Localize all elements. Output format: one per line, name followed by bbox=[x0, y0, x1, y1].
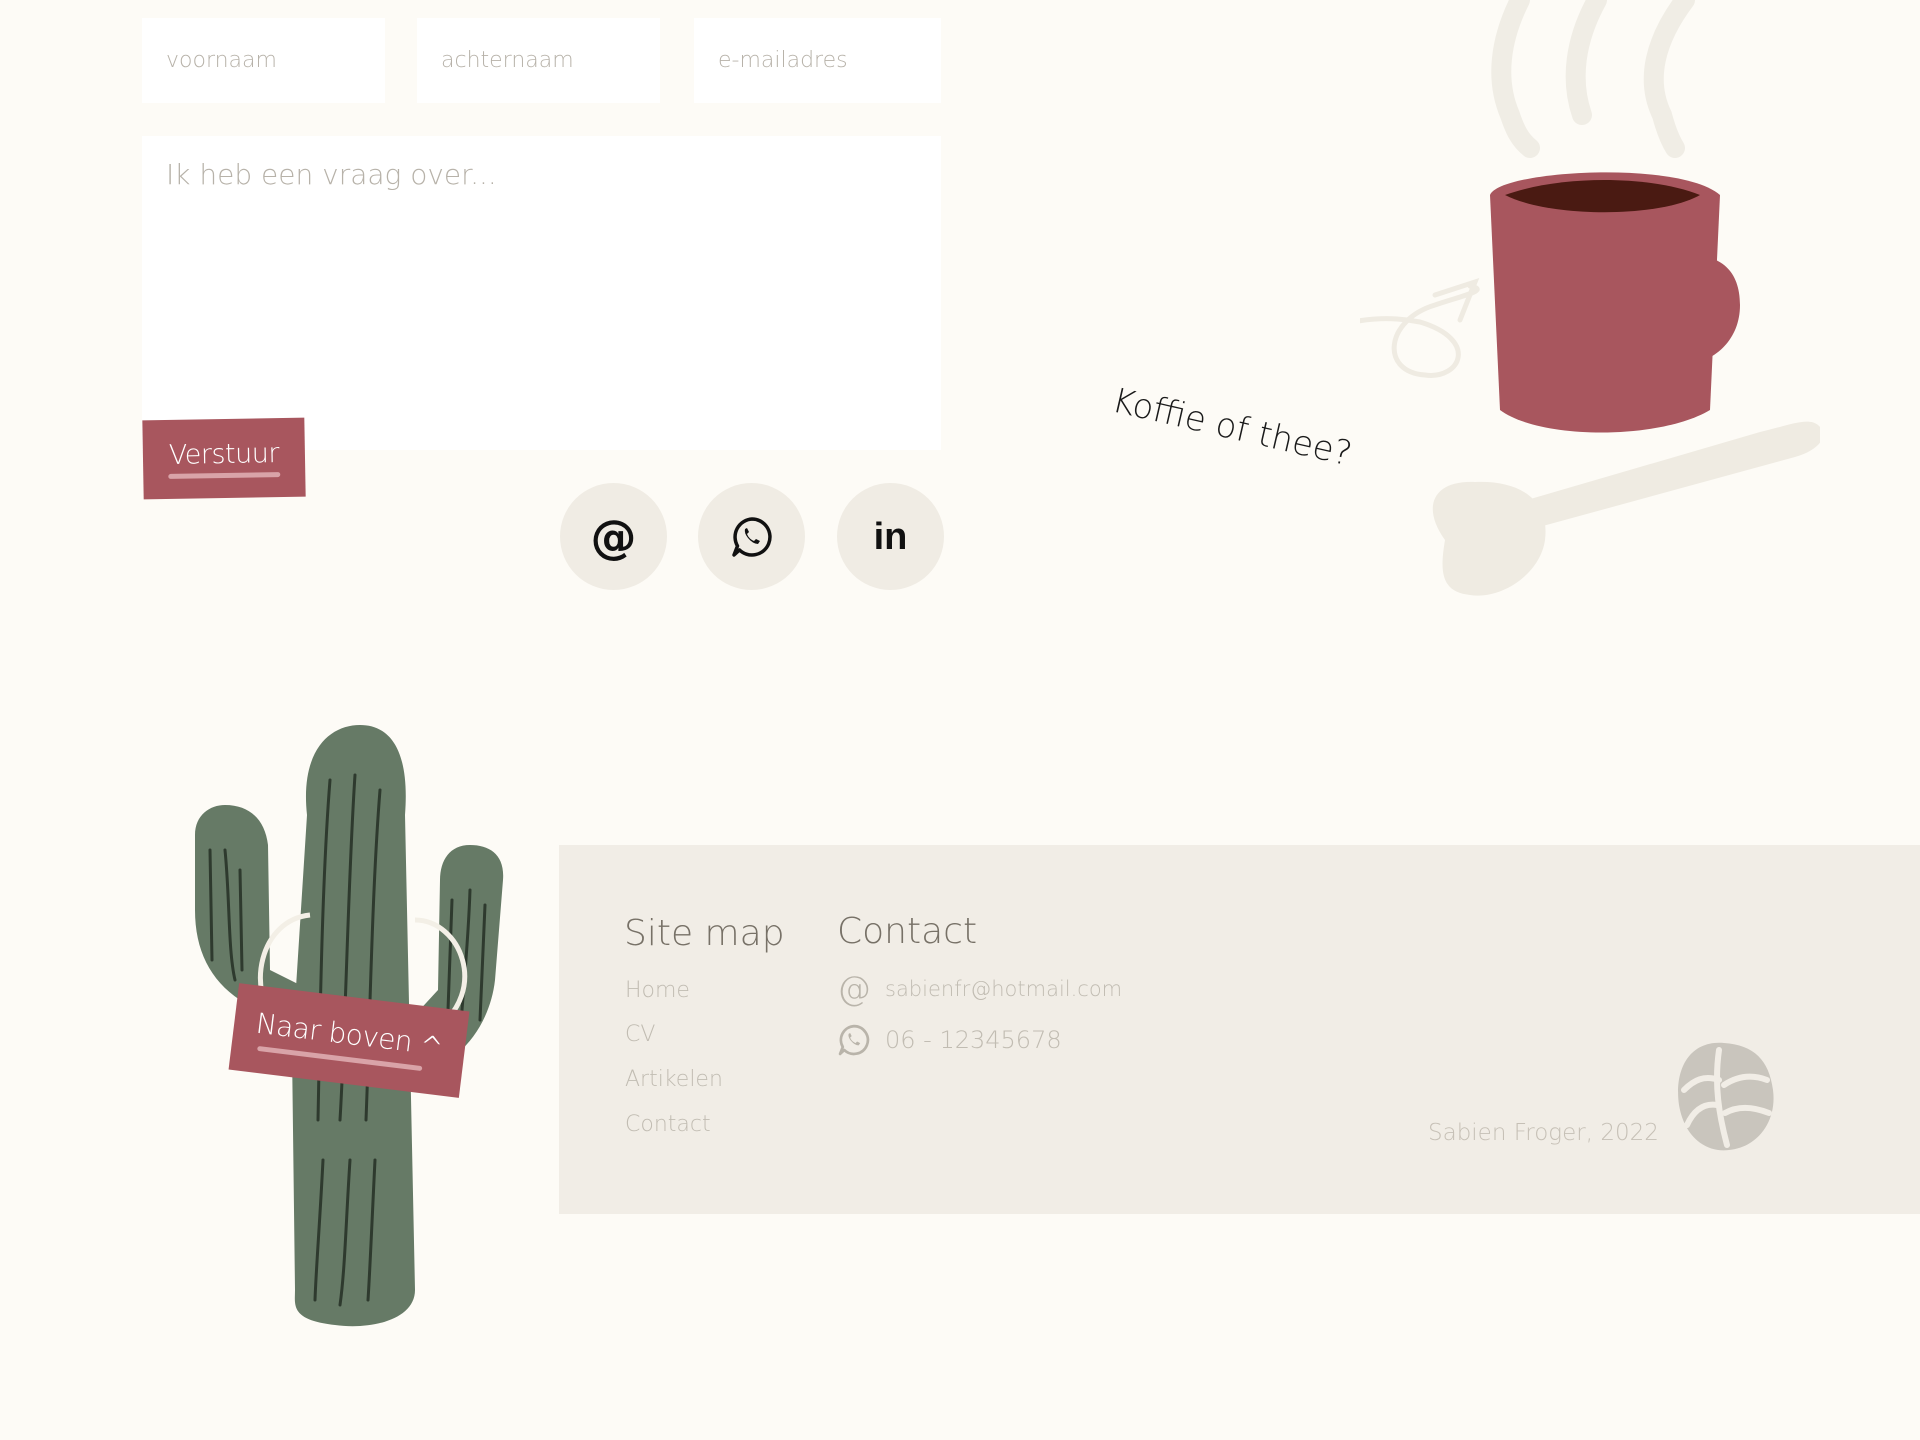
whatsapp-icon bbox=[838, 1024, 870, 1056]
submit-button-label: Verstuur bbox=[168, 438, 280, 471]
linkedin-icon: in bbox=[873, 515, 908, 558]
back-to-top-label: Naar boven bbox=[254, 1006, 415, 1059]
whatsapp-social-button[interactable] bbox=[698, 483, 805, 590]
first-name-input[interactable] bbox=[142, 18, 385, 103]
arrow-doodle bbox=[1360, 277, 1480, 378]
contact-phone[interactable]: 06 - 12345678 bbox=[837, 1023, 1062, 1057]
linkedin-social-button[interactable]: in bbox=[837, 483, 944, 590]
copyright: Sabien Froger, 2022 bbox=[1428, 1120, 1659, 1146]
message-textarea[interactable] bbox=[142, 136, 941, 450]
email-social-button[interactable]: @ bbox=[560, 483, 667, 590]
at-icon: @ bbox=[837, 969, 871, 1009]
sitemap-link-cv[interactable]: CV bbox=[625, 1022, 655, 1047]
spoon-illustration bbox=[1432, 421, 1820, 596]
submit-button[interactable]: Verstuur bbox=[142, 417, 306, 500]
email-input[interactable] bbox=[694, 18, 941, 103]
last-name-input[interactable] bbox=[417, 18, 660, 103]
chevron-up-icon: ^ bbox=[417, 1028, 446, 1065]
leaf-logo bbox=[1678, 1042, 1774, 1151]
coffee-caption: Koffie of thee? bbox=[1108, 380, 1356, 475]
sitemap-link-contact[interactable]: Contact bbox=[625, 1112, 711, 1137]
email-text: sabienfr@hotmail.com bbox=[885, 977, 1123, 1001]
contact-email[interactable]: @ sabienfr@hotmail.com bbox=[837, 972, 1122, 1006]
sitemap-link-artikelen[interactable]: Artikelen bbox=[625, 1067, 723, 1092]
sitemap-title: Site map bbox=[624, 913, 785, 954]
coffee-cup-illustration bbox=[1360, 0, 1820, 596]
sitemap-link-home[interactable]: Home bbox=[625, 978, 690, 1003]
at-icon: @ bbox=[590, 509, 637, 564]
phone-text: 06 - 12345678 bbox=[885, 1026, 1062, 1054]
steam-illustration bbox=[1491, 0, 1695, 158]
contact-title: Contact bbox=[837, 911, 978, 952]
whatsapp-icon bbox=[731, 516, 772, 557]
footer: Site map Home CV Artikelen Contact Conta… bbox=[559, 845, 1920, 1214]
